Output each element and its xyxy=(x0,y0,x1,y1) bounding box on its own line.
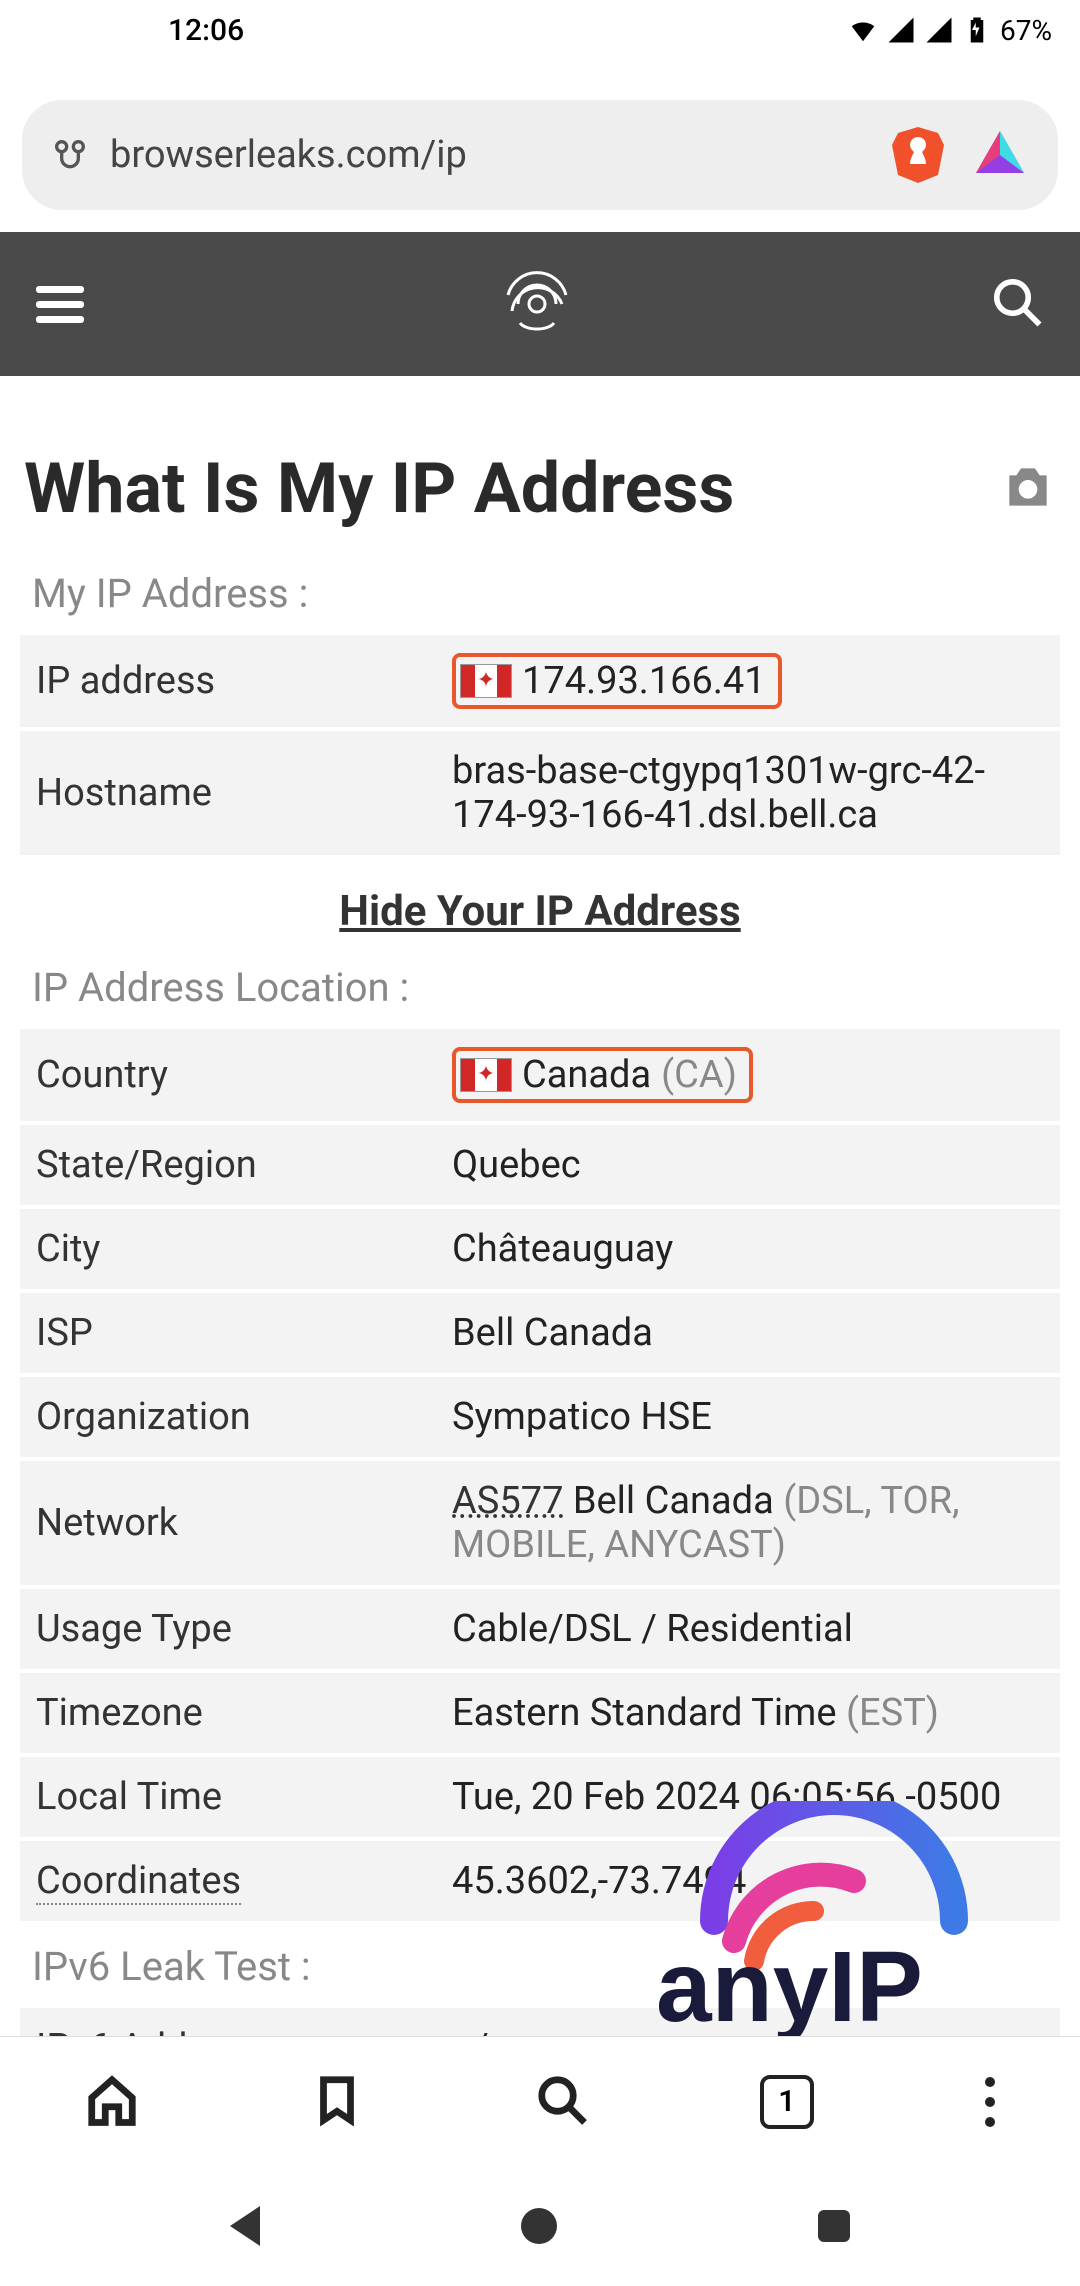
page-title: What Is My IP Address xyxy=(24,448,734,530)
state-label: State/Region xyxy=(20,1125,436,1205)
svg-text:anyIP: anyIP xyxy=(656,1931,923,2043)
battery-percent: 67% xyxy=(1000,14,1052,47)
battery-icon xyxy=(962,15,992,45)
status-time: 12:06 xyxy=(168,13,244,48)
network-label: Network xyxy=(20,1461,436,1585)
table-row: ISP Bell Canada xyxy=(20,1293,1060,1373)
timezone-label: Timezone xyxy=(20,1673,436,1753)
usage-value: Cable/DSL / Residential xyxy=(436,1589,1060,1669)
nav-home-button[interactable] xyxy=(521,2208,557,2244)
table-row: Network AS577 Bell Canada (DSL, TOR, MOB… xyxy=(20,1461,1060,1585)
anyip-ad-icon[interactable]: anyIP xyxy=(634,1801,1029,2046)
fingerprint-logo-icon[interactable] xyxy=(498,265,576,343)
table-row: State/Region Quebec xyxy=(20,1125,1060,1205)
canada-flag-icon: ✦ xyxy=(460,1058,512,1092)
menu-icon[interactable] xyxy=(36,286,84,323)
usage-label: Usage Type xyxy=(20,1589,436,1669)
ip-address-value: ✦ 174.93.166.41 xyxy=(436,635,1060,727)
status-bar: 12:06 67% xyxy=(0,0,1080,60)
ip-address-label: IP address xyxy=(20,635,436,727)
timezone-value: Eastern Standard Time (EST) xyxy=(436,1673,1060,1753)
location-table: Country ✦ Canada (CA) State/Region Quebe… xyxy=(20,1025,1060,1925)
browser-toolbar: 1 xyxy=(0,2036,1080,2166)
system-nav-bar xyxy=(0,2166,1080,2286)
wifi-icon xyxy=(848,15,878,45)
more-menu-button[interactable] xyxy=(985,2077,995,2127)
org-value: Sympatico HSE xyxy=(436,1377,1060,1457)
url-text: browserleaks.com/ip xyxy=(110,133,866,177)
table-row: Timezone Eastern Standard Time (EST) xyxy=(20,1673,1060,1753)
isp-value: Bell Canada xyxy=(436,1293,1060,1373)
hostname-label: Hostname xyxy=(20,731,436,855)
status-right: 67% xyxy=(848,14,1052,47)
table-row: IP address ✦ 174.93.166.41 xyxy=(20,635,1060,727)
country-label: Country xyxy=(20,1029,436,1121)
bookmark-button[interactable] xyxy=(310,2073,364,2131)
brave-rewards-icon[interactable] xyxy=(970,125,1030,185)
hostname-value: bras-base-ctgypq1301w-grc-42-174-93-166-… xyxy=(436,731,1060,855)
table-row: Hostname bras-base-ctgypq1301w-grc-42-17… xyxy=(20,731,1060,855)
ip-table: IP address ✦ 174.93.166.41 Hostname bras… xyxy=(20,631,1060,859)
org-label: Organization xyxy=(20,1377,436,1457)
table-row: Country ✦ Canada (CA) xyxy=(20,1029,1060,1121)
hide-ip-link[interactable]: Hide Your IP Address xyxy=(20,887,1060,936)
isp-label: ISP xyxy=(20,1293,436,1373)
screenshot-icon[interactable] xyxy=(1000,459,1056,519)
state-value: Quebec xyxy=(436,1125,1060,1205)
location-section-heading: IP Address Location : xyxy=(32,964,1060,1011)
tabs-button[interactable]: 1 xyxy=(760,2075,814,2129)
site-header xyxy=(0,232,1080,376)
city-label: City xyxy=(20,1209,436,1289)
table-row: City Châteauguay xyxy=(20,1209,1060,1289)
table-row: Usage Type Cable/DSL / Residential xyxy=(20,1589,1060,1669)
url-bar[interactable]: browserleaks.com/ip xyxy=(22,100,1058,210)
site-info-icon[interactable] xyxy=(50,135,90,175)
nav-back-button[interactable] xyxy=(230,2206,260,2246)
city-value: Châteauguay xyxy=(436,1209,1060,1289)
network-value: AS577 Bell Canada (DSL, TOR, MOBILE, ANY… xyxy=(436,1461,1060,1585)
localtime-label: Local Time xyxy=(20,1757,436,1837)
signal-icon xyxy=(886,15,916,45)
search-icon[interactable] xyxy=(990,275,1044,333)
canada-flag-icon: ✦ xyxy=(460,664,512,698)
ip-section-heading: My IP Address : xyxy=(32,570,1060,617)
brave-shield-icon[interactable] xyxy=(886,123,950,187)
country-value: ✦ Canada (CA) xyxy=(436,1029,1060,1121)
table-row: Organization Sympatico HSE xyxy=(20,1377,1060,1457)
as-link[interactable]: AS577 xyxy=(452,1479,563,1523)
signal-icon-2 xyxy=(924,15,954,45)
search-button[interactable] xyxy=(535,2073,589,2131)
home-button[interactable] xyxy=(85,2073,139,2131)
nav-recent-button[interactable] xyxy=(818,2210,850,2242)
coordinates-label[interactable]: Coordinates xyxy=(36,1859,241,1905)
